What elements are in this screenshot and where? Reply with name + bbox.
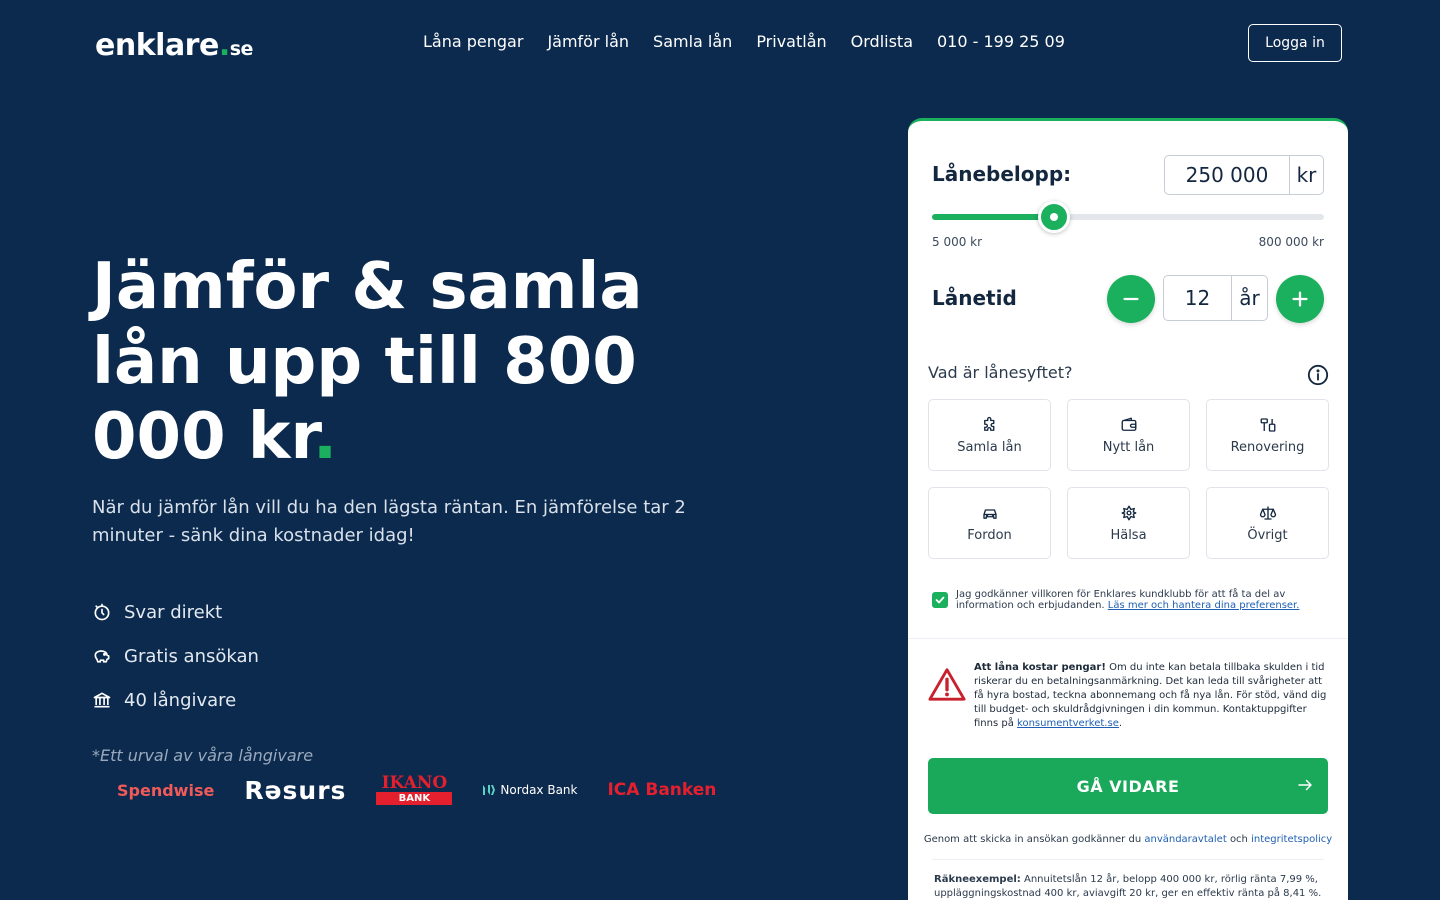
minus-icon — [1123, 297, 1139, 301]
nav-lana-pengar[interactable]: Låna pengar — [423, 32, 523, 51]
purpose-samla-lan[interactable]: Samla lån — [928, 399, 1051, 471]
arrow-right-icon — [1298, 779, 1312, 791]
piggy-bank-icon — [94, 650, 110, 663]
term-value: 12 — [1184, 286, 1211, 310]
amount-slider-thumb[interactable] — [1038, 201, 1070, 233]
feature-label: 40 långivare — [124, 689, 237, 711]
purpose-question: Vad är lånesyftet? — [928, 363, 1073, 382]
divider — [908, 638, 1348, 639]
consent-preferences-link[interactable]: Läs mer och hantera dina preferenser. — [1108, 600, 1300, 611]
tools-icon — [1260, 417, 1275, 432]
nordax-logo-text: Nordax Bank — [500, 783, 578, 797]
term-decrease-button[interactable] — [1107, 275, 1155, 323]
feature-label: Gratis ansökan — [124, 645, 259, 667]
calculation-example: Räkneexempel: Annuitetslån 12 år, belopp… — [934, 873, 1330, 900]
purpose-grid: Samla lån Nytt lån Renovering Fordon Häl… — [928, 399, 1329, 559]
loan-warning: Att låna kostar pengar! Om du inte kan b… — [928, 661, 1330, 731]
nav-jamfor-lan[interactable]: Jämför lån — [547, 32, 629, 51]
purpose-label: Övrigt — [1247, 527, 1288, 543]
puzzle-icon — [983, 416, 994, 431]
feature-item: Svar direkt — [92, 590, 259, 634]
nav-ordlista[interactable]: Ordlista — [851, 32, 913, 51]
purpose-ovrigt[interactable]: Övrigt — [1206, 487, 1329, 559]
consent-text-wrap: Jag godkänner villkoren för Enklares kun… — [956, 589, 1328, 611]
ikano-logo: IKANO BANK — [376, 773, 453, 805]
logo-main: enklare — [95, 28, 219, 63]
purpose-renovering[interactable]: Renovering — [1206, 399, 1329, 471]
terms-text: Genom att skicka in ansökan godkänner du… — [908, 834, 1348, 845]
main-nav: Låna pengar Jämför lån Samla lån Privatl… — [423, 32, 1065, 51]
health-icon — [1121, 505, 1136, 520]
consent-checkbox[interactable] — [932, 592, 948, 608]
divider — [932, 859, 1324, 860]
purpose-label: Renovering — [1230, 439, 1305, 455]
stopwatch-icon — [94, 603, 110, 621]
hero-subtitle: När du jämför lån vill du ha den lägsta … — [92, 497, 686, 546]
feature-list: Svar direkt Gratis ansökan 40 långivare — [92, 590, 259, 722]
purpose-nytt-lan[interactable]: Nytt lån — [1067, 399, 1190, 471]
terms-mid: och — [1229, 834, 1248, 845]
hero-title-text: Jämför & samla lån upp till 800 000 kr — [92, 250, 643, 474]
amount-value: 250 000 — [1185, 163, 1269, 187]
example-bold: Räkneexempel: — [934, 874, 1021, 885]
purpose-fordon[interactable]: Fordon — [928, 487, 1051, 559]
continue-label: GÅ VIDARE — [1076, 776, 1180, 796]
feature-item: Gratis ansökan — [92, 634, 259, 678]
purpose-label: Fordon — [967, 527, 1012, 543]
user-agreement-link[interactable]: användaravtalet — [1144, 834, 1226, 845]
resurs-logo: Rəsurs — [244, 775, 347, 805]
warning-bold: Att låna kostar pengar! — [974, 662, 1106, 673]
term-input[interactable]: 12 år — [1163, 275, 1268, 321]
amount-label: Lånebelopp: — [932, 162, 1072, 186]
plus-icon — [1292, 291, 1308, 307]
logo-tld: se — [229, 38, 254, 60]
purpose-halsa[interactable]: Hälsa — [1067, 487, 1190, 559]
nav-samla-lan[interactable]: Samla lån — [653, 32, 732, 51]
warning-text-wrap: Att låna kostar pengar! Om du inte kan b… — [974, 661, 1330, 731]
scale-icon — [1259, 505, 1276, 520]
amount-range-max: 800 000 kr — [1258, 235, 1324, 249]
hero-title-dot: . — [312, 400, 338, 474]
purpose-label: Samla lån — [957, 439, 1022, 455]
consent-row: Jag godkänner villkoren för Enklares kun… — [932, 589, 1328, 611]
terms-prefix: Genom att skicka in ansökan godkänner du — [923, 834, 1142, 845]
nav-phone[interactable]: 010 - 199 25 09 — [937, 32, 1065, 51]
term-increase-button[interactable] — [1276, 275, 1324, 323]
nordax-logo: Nordax Bank — [482, 783, 577, 797]
ikano-logo-top: IKANO — [381, 773, 448, 793]
ica-logo: ICA Banken — [607, 780, 717, 800]
login-button[interactable]: Logga in — [1248, 24, 1342, 62]
check-icon — [935, 596, 945, 604]
amount-range-min: 5 000 kr — [932, 235, 983, 249]
privacy-policy-link[interactable]: integritetspolicy — [1251, 834, 1332, 845]
logo-dot: . — [218, 28, 230, 63]
konsumentverket-link[interactable]: konsumentverket.se — [1017, 718, 1119, 729]
car-icon — [982, 508, 997, 519]
nav-privatlan[interactable]: Privatlån — [756, 32, 826, 51]
warning-end: . — [1118, 718, 1123, 729]
nordax-mark-icon — [483, 785, 496, 795]
warning-icon — [928, 668, 966, 701]
feature-label: Svar direkt — [124, 601, 223, 623]
term-label: Lånetid — [932, 286, 1017, 310]
wallet-icon — [1121, 417, 1136, 431]
continue-button[interactable]: GÅ VIDARE — [928, 758, 1328, 814]
purpose-label: Hälsa — [1110, 527, 1147, 543]
feature-item: 40 långivare — [92, 678, 259, 722]
loan-calculator-card: Lånebelopp: 250 000 kr 5 000 kr 800 000 … — [908, 118, 1348, 900]
info-icon[interactable] — [1307, 364, 1329, 386]
purpose-label: Nytt lån — [1102, 439, 1155, 455]
amount-unit: kr — [1289, 156, 1323, 194]
term-unit: år — [1231, 276, 1267, 320]
amount-slider[interactable] — [932, 201, 1324, 233]
amount-input[interactable]: 250 000 kr — [1164, 155, 1324, 195]
bank-icon — [93, 692, 111, 708]
lender-logos: Spendwise Rəsurs IKANO BANK Nordax Bank … — [117, 770, 716, 810]
ikano-logo-bottom: BANK — [376, 792, 453, 805]
logo[interactable]: enklare. se — [95, 28, 253, 63]
lenders-note: *Ett urval av våra långivare — [92, 746, 314, 765]
amount-slider-fill — [932, 214, 1054, 220]
hero-title: Jämför & samla lån upp till 800 000 kr. — [92, 250, 712, 475]
spendwise-logo: Spendwise — [117, 780, 215, 800]
